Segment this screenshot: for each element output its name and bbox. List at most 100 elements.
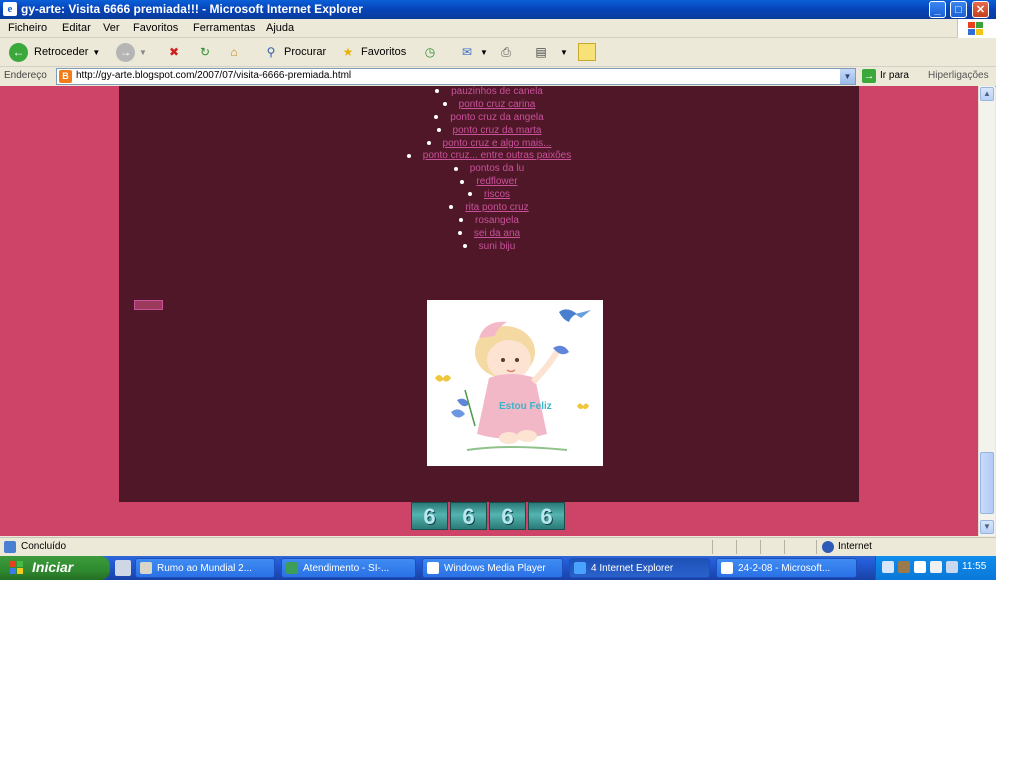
menu-ferramentas[interactable]: Ferramentas [193, 22, 255, 34]
standard-toolbar: ← Retroceder ▼ → ▼ ✖ ↻ ⌂ ⚲ Procurar ★ Fa… [0, 38, 996, 67]
window-title-bar[interactable]: e gy-arte: Visita 6666 premiada!!! - Mic… [0, 0, 996, 19]
address-url: http://gy-arte.blogspot.com/2007/07/visi… [76, 70, 352, 81]
network-tray-icon[interactable] [882, 561, 894, 573]
status-bar: Concluído Internet [0, 537, 996, 556]
visitor-counter: 6666 [411, 502, 567, 530]
quick-launch-icon[interactable] [115, 560, 131, 576]
blog-list-item[interactable]: redflower [119, 176, 859, 189]
windows-flag-icon [10, 561, 24, 575]
search-button[interactable]: ⚲ Procurar [262, 42, 327, 62]
system-tray: 11:55 [875, 556, 996, 580]
volume-tray-icon[interactable] [946, 561, 958, 573]
history-button[interactable]: ◷ [421, 42, 439, 62]
bullet-icon [462, 244, 467, 249]
edit-page-icon: ▤ [535, 45, 547, 59]
panda-antivirus-icon[interactable] [914, 561, 926, 573]
blog-link-label[interactable]: redflower [476, 176, 517, 187]
status-divider [784, 540, 785, 554]
back-label: Retroceder [34, 46, 89, 58]
blog-link-label[interactable]: ponto cruz da marta [453, 125, 542, 136]
blog-link-label: pontos da lu [469, 163, 525, 175]
menu-editar[interactable]: Editar [62, 22, 91, 34]
blog-link-label[interactable]: ponto cruz carina [459, 99, 536, 110]
blog-link-label[interactable]: sei da ana [474, 228, 520, 239]
taskbar-button[interactable]: Atendimento - SI-... [281, 558, 416, 578]
blog-list-item[interactable]: ponto cruz e algo mais... [119, 138, 859, 151]
stop-button[interactable]: ✖ [165, 42, 183, 62]
minimize-button[interactable]: _ [929, 1, 946, 18]
mail-button[interactable]: ✉ ▼ [458, 42, 488, 62]
back-arrow-icon: ← [9, 42, 28, 62]
scroll-down-icon[interactable]: ▼ [980, 520, 994, 534]
blog-link-label: ponto cruz da angela [450, 111, 544, 123]
taskbar-button[interactable]: 4 Internet Explorer [569, 558, 710, 578]
blog-link-label[interactable]: riscos [484, 189, 510, 200]
counter-digit: 6 [489, 502, 526, 530]
print-button[interactable]: ⎙ [497, 42, 515, 62]
task-label: 4 Internet Explorer [591, 563, 674, 574]
forward-button[interactable]: → ▼ [116, 42, 147, 62]
favorites-button[interactable]: ★ Favoritos [339, 42, 407, 62]
bullet-icon [435, 89, 440, 94]
edit-button[interactable]: ▤ ▼ [532, 42, 568, 62]
go-button[interactable]: Ir para [880, 70, 909, 81]
messenger-tray-icon[interactable] [930, 561, 942, 573]
blog-list-item[interactable]: ponto cruz carina [119, 99, 859, 112]
note-icon [578, 43, 596, 61]
address-input[interactable]: B http://gy-arte.blogspot.com/2007/07/vi… [56, 68, 856, 85]
taskbar-button[interactable]: Rumo ao Mundial 2... [135, 558, 275, 578]
blog-list-item[interactable]: ponto cruz... entre outras paixões [119, 150, 859, 163]
favorites-label: Favoritos [361, 46, 407, 58]
counter-digit: 6 [450, 502, 487, 530]
start-button[interactable]: Iniciar [0, 556, 110, 580]
task-app-icon [286, 562, 298, 574]
back-button[interactable]: ← Retroceder ▼ [9, 42, 100, 62]
internet-zone-icon [822, 541, 834, 553]
menu-bar: Ficheiro Editar Ver Favoritos Ferramenta… [0, 19, 996, 38]
blog-link-label[interactable]: ponto cruz... entre outras paixões [423, 150, 571, 161]
picture-caption: Estou Feliz [499, 401, 552, 412]
scroll-thumb[interactable] [980, 452, 994, 514]
task-app-icon [427, 562, 439, 574]
blog-list-item[interactable]: ponto cruz da marta [119, 125, 859, 138]
blog-list-item[interactable]: rita ponto cruz [119, 202, 859, 215]
blogger-page-icon: B [59, 70, 72, 83]
taskbar-button[interactable]: Windows Media Player [422, 558, 563, 578]
windows-flag-icon [968, 22, 984, 36]
address-dropdown-icon[interactable]: ▼ [840, 69, 855, 84]
bullet-icon [436, 128, 441, 133]
printer-icon: ⎙ [501, 45, 511, 59]
blog-list-item[interactable]: sei da ana [119, 228, 859, 241]
blog-link-label: pauzinhos de canela [451, 86, 543, 97]
status-divider [760, 540, 761, 554]
menu-ficheiro[interactable]: Ficheiro [8, 22, 47, 34]
blog-link-label[interactable]: ponto cruz e algo mais... [443, 138, 552, 149]
vertical-scrollbar[interactable]: ▲ ▼ [978, 86, 995, 536]
bullet-icon [467, 192, 472, 197]
messenger-button[interactable] [578, 42, 596, 62]
close-button[interactable]: ✕ [972, 1, 989, 18]
menu-ajuda[interactable]: Ajuda [266, 22, 294, 34]
status-text: Concluído [21, 541, 67, 552]
blog-link-label[interactable]: rita ponto cruz [465, 202, 528, 213]
refresh-icon: ↻ [199, 45, 211, 59]
small-badge-image [134, 300, 163, 310]
blog-list-item[interactable]: riscos [119, 189, 859, 202]
home-button[interactable]: ⌂ [225, 42, 243, 62]
address-bar: Endereço B http://gy-arte.blogspot.com/2… [0, 67, 996, 87]
go-arrow-icon[interactable]: → [862, 69, 876, 83]
blog-list-item: pauzinhos de canela [119, 86, 859, 99]
task-app-icon [574, 562, 586, 574]
scroll-up-icon[interactable]: ▲ [980, 87, 994, 101]
blog-list-item: suni biju [119, 241, 859, 254]
menu-favoritos[interactable]: Favoritos [133, 22, 178, 34]
maximize-button[interactable]: □ [950, 1, 967, 18]
bullet-icon [449, 205, 454, 210]
refresh-button[interactable]: ↻ [196, 42, 214, 62]
taskbar-button[interactable]: 24-2-08 - Microsoft... [716, 558, 857, 578]
mail-dropdown-icon: ▼ [480, 47, 488, 57]
menu-ver[interactable]: Ver [103, 22, 120, 34]
links-toolbar[interactable]: Hiperligações [928, 70, 989, 81]
security-tray-icon[interactable] [898, 561, 910, 573]
bullet-icon [442, 102, 447, 107]
